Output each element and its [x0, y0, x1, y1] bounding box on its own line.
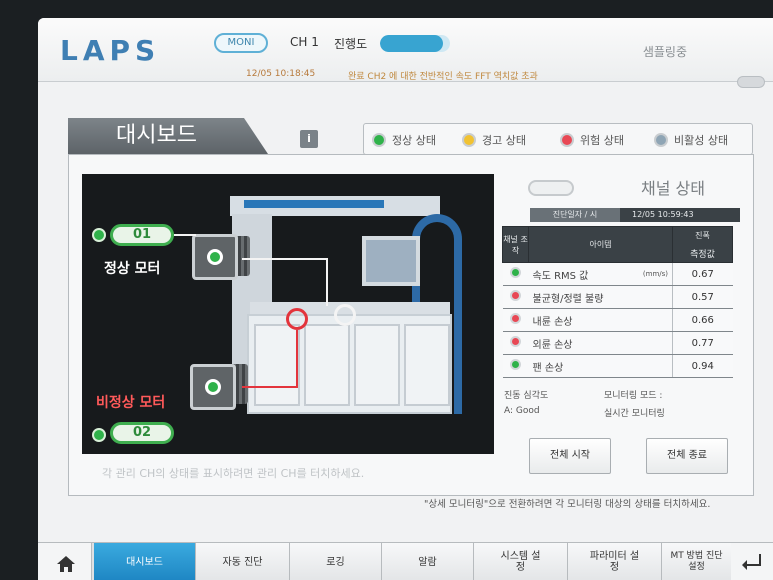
progress-bar: [380, 35, 450, 52]
sampling-status: 샘플링중: [642, 45, 687, 59]
mode-badge[interactable]: MONI: [214, 33, 268, 53]
status-dot-icon: [510, 336, 521, 347]
nav-mt-method-settings[interactable]: MT 방법 진단 설정: [662, 543, 732, 580]
status-dot-icon: [462, 133, 476, 147]
notice-toggle[interactable]: [737, 76, 765, 88]
back-button[interactable]: [731, 543, 773, 580]
ch2-button[interactable]: 02: [110, 422, 174, 444]
col-item: 아이템: [528, 226, 673, 263]
machine-photo[interactable]: 01 정상 모터 비정상 모터 02: [82, 174, 494, 454]
table-row[interactable]: 팬 손상 0.94: [502, 354, 733, 378]
status-dot-icon: [510, 313, 521, 324]
table-row[interactable]: 내륜 손상 0.66: [502, 308, 733, 332]
header: LAPS MONI CH 1 진행도 샘플링중 12/05 10:18:45 완…: [38, 18, 773, 88]
diagnosis-date-bar: 진단일자 / 시 12/05 10:59:43: [530, 208, 740, 222]
cabinet-door: [404, 324, 450, 406]
ch1-connector: [174, 234, 196, 236]
normal-motor[interactable]: [192, 234, 238, 280]
progress-label: 진행도: [334, 37, 368, 51]
normal-connector: [242, 258, 328, 260]
cabinet-door: [354, 324, 400, 406]
monitor-mode-label: 모니터링 모드 :: [604, 391, 663, 401]
back-arrow-icon: [742, 554, 761, 570]
diagnosis-date-label: 진단일자 / 시: [530, 208, 620, 222]
abnormal-motor-label: 비정상 모터: [96, 395, 166, 411]
status-legend: 정상 상태 경고 상태 위험 상태 비활성 상태: [363, 123, 753, 155]
motor-hub-icon: [207, 249, 223, 265]
laps-logo: LAPS: [60, 34, 161, 67]
cabinet-door: [254, 324, 300, 406]
severity-value: A: Good: [504, 406, 540, 416]
diagnosis-date-value: 12/05 10:59:43: [632, 210, 694, 219]
machine-rail: [244, 200, 384, 208]
monitor-mode-value: 실시간 모니터링: [604, 409, 665, 419]
nav-system-settings[interactable]: 시스템 설정: [474, 543, 568, 580]
notice-text: 완료 CH2 에 대한 전반적인 속도 FFT 역치값 초과: [348, 72, 538, 82]
abnormal-marker: [286, 308, 308, 330]
col-value: 진폭 측정값: [672, 226, 733, 263]
table-row[interactable]: 외륜 손상 0.77: [502, 331, 733, 355]
nav-alarm[interactable]: 알람: [382, 543, 474, 580]
normal-connector: [326, 258, 328, 306]
page-title: 대시보드: [68, 118, 268, 154]
channel-status-title: 채널 상태: [641, 179, 705, 198]
normal-marker: [334, 304, 356, 326]
ch1-button[interactable]: 01: [110, 224, 174, 246]
col-channel: 채널 조작: [502, 226, 529, 263]
status-dot-icon: [510, 267, 521, 278]
status-dot-icon: [372, 133, 386, 147]
detail-monitoring-hint: "상세 모니터링"으로 전환하려면 각 모니터링 대상의 상태를 터치하세요.: [424, 499, 711, 510]
progress-fill: [380, 35, 443, 52]
info-icon[interactable]: i: [300, 130, 318, 148]
photo-hint: 각 관리 CH의 상태를 표시하려면 관리 CH를 터치하세요.: [102, 467, 365, 480]
cabinet-door: [304, 324, 350, 406]
legend-warning: 경고 상태: [462, 132, 526, 148]
abnormal-motor[interactable]: [190, 364, 236, 410]
status-dot-icon: [654, 133, 668, 147]
nav-parameter-settings[interactable]: 파라미터 설정: [568, 543, 662, 580]
severity-label: 진동 심각도: [504, 391, 549, 401]
ch2-status-dot: [92, 428, 106, 442]
legend-danger: 위험 상태: [560, 132, 624, 148]
start-all-button[interactable]: 전체 시작: [529, 438, 611, 474]
machine-monitor: [362, 236, 420, 286]
notice-timestamp: 12/05 10:18:45: [246, 69, 316, 79]
home-button[interactable]: [38, 543, 92, 580]
channel-status-pill[interactable]: [528, 180, 574, 196]
bottom-nav: 대시보드 자동 진단 로깅 알람 시스템 설정 파라미터 설정 MT 방법 진단…: [38, 542, 773, 580]
legend-normal: 정상 상태: [372, 132, 436, 148]
normal-motor-label: 정상 모터: [104, 261, 161, 277]
legend-inactive: 비활성 상태: [654, 132, 728, 148]
channel-label: CH 1: [290, 35, 319, 49]
channel-status-table: 채널 조작 아이템 진폭 측정값 속도 RMS 값 (mm/s) 0.67 불균…: [502, 226, 733, 378]
motor-hub-icon: [205, 379, 221, 395]
table-row[interactable]: 속도 RMS 값 (mm/s) 0.67: [502, 262, 733, 286]
abnormal-connector: [296, 330, 298, 388]
ch1-status-dot: [92, 228, 106, 242]
table-row[interactable]: 불균형/정렬 불량 0.57: [502, 285, 733, 309]
home-icon: [57, 556, 75, 572]
status-dot-icon: [510, 290, 521, 301]
stop-all-button[interactable]: 전체 종료: [646, 438, 728, 474]
nav-auto-diagnosis[interactable]: 자동 진단: [196, 543, 290, 580]
nav-dashboard[interactable]: 대시보드: [94, 543, 196, 580]
nav-logging[interactable]: 로깅: [290, 543, 382, 580]
app-screen: LAPS MONI CH 1 진행도 샘플링중 12/05 10:18:45 완…: [38, 18, 773, 580]
status-dot-icon: [510, 359, 521, 370]
status-dot-icon: [560, 133, 574, 147]
abnormal-connector: [242, 386, 298, 388]
